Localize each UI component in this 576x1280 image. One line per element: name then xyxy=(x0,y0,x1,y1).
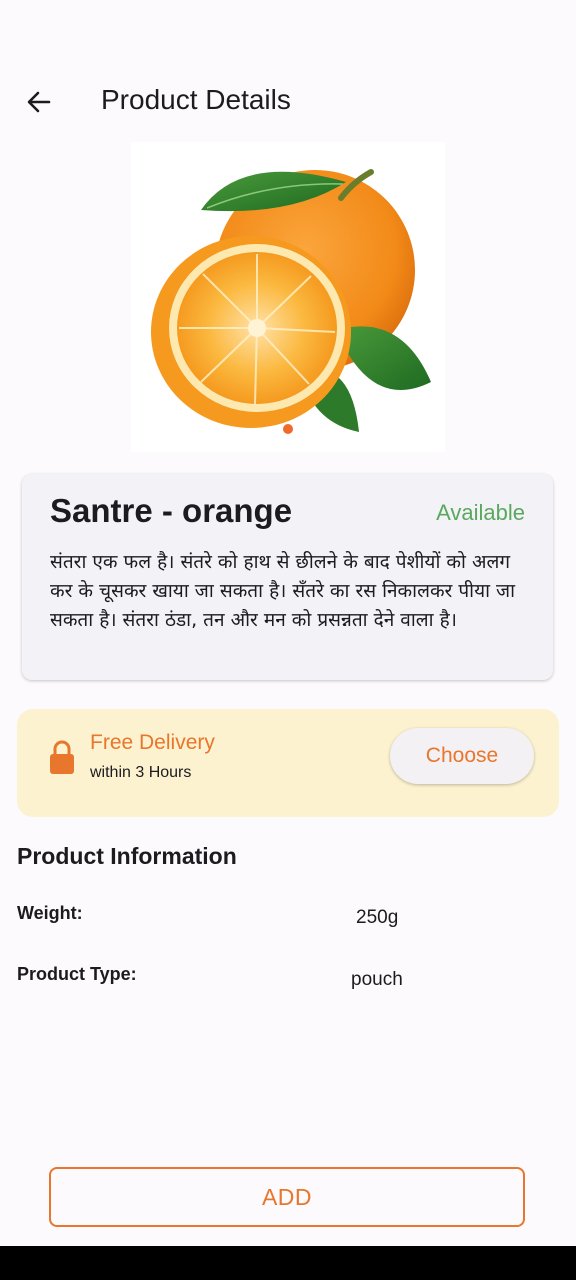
page-title: Product Details xyxy=(101,84,291,115)
product-description: संतरा एक फल है। संतरे को हाथ से छीलने के… xyxy=(50,551,516,631)
add-button[interactable]: ADD xyxy=(49,1167,525,1227)
product-information-heading: Product Information xyxy=(17,843,237,869)
back-button[interactable] xyxy=(18,82,60,122)
availability-status: Available xyxy=(436,500,525,525)
lock-icon xyxy=(50,740,74,774)
arrow-left-icon xyxy=(27,91,51,113)
delivery-title: Free Delivery xyxy=(90,731,215,754)
weight-label: Weight: xyxy=(17,903,83,923)
product-image[interactable] xyxy=(131,142,445,452)
product-card: Santre - orange Available संतरा एक फल है… xyxy=(22,474,553,680)
system-navigation-bar xyxy=(0,1246,576,1280)
product-name: Santre - orange xyxy=(50,492,293,529)
product-type-value: pouch xyxy=(351,969,403,990)
orange-fruit-image xyxy=(151,169,431,432)
delivery-subtitle: within 3 Hours xyxy=(90,764,192,781)
weight-value: 250g xyxy=(356,907,399,928)
carousel-indicator-dot[interactable] xyxy=(283,424,293,434)
choose-delivery-button[interactable]: Choose xyxy=(390,728,534,784)
app-bar: Product Details xyxy=(0,70,576,134)
delivery-card: Free Delivery within 3 Hours Choose xyxy=(17,709,559,817)
product-type-label: Product Type: xyxy=(17,964,137,984)
